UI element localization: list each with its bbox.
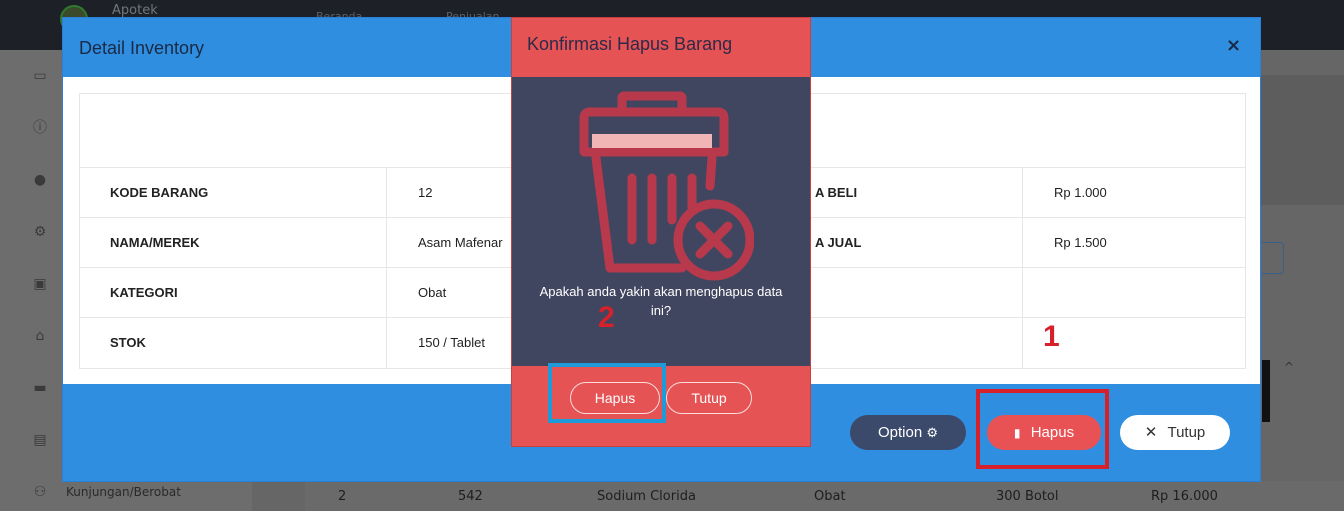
row-label: STOK	[110, 335, 146, 350]
chevron-up-icon[interactable]: ^	[1284, 360, 1294, 374]
brand-name: Apotek	[112, 3, 158, 18]
option-button[interactable]: Option ⚙	[850, 415, 966, 450]
row-label: NAMA/MEREK	[110, 235, 200, 250]
sidebar: ▭ ⓘ ● ⚙ ▣ ⌂ ▬ ▤ ⚇	[0, 50, 62, 511]
dialog-close-button[interactable]: Tutup	[666, 382, 752, 414]
row-value: Asam Mafenar	[418, 235, 503, 250]
people-icon[interactable]: ⚇	[32, 484, 48, 500]
table-cell: 2	[338, 489, 347, 504]
row-value: Obat	[418, 285, 447, 300]
badge-icon[interactable]: ▤	[32, 432, 48, 448]
gear-icon: ⚙	[926, 425, 939, 440]
annotation-highlight-1	[976, 389, 1109, 469]
background-dark-block	[1262, 360, 1270, 422]
info-icon[interactable]: ⓘ	[32, 120, 48, 136]
dialog-message: Apakah anda yakin akan menghapus data in…	[539, 284, 783, 318]
close-icon[interactable]: ×	[1226, 35, 1241, 56]
table-cell: Sodium Clorida	[597, 489, 696, 504]
row-value: 150 / Tablet	[418, 335, 485, 350]
row-label: A BELI	[815, 185, 858, 200]
confirm-delete-dialog: Konfirmasi Hapus Barang Apakah anda yaki…	[511, 17, 811, 447]
sidebar-item-label: Kunjungan/Berobat	[66, 485, 181, 499]
gear-icon[interactable]: ⚙	[32, 224, 48, 240]
times-icon: ✕	[1144, 424, 1158, 441]
monitor-icon[interactable]: ▭	[32, 68, 48, 84]
dialog-footer: Hapus Tutup	[512, 363, 810, 446]
user-icon[interactable]: ●	[32, 172, 48, 188]
row-label: A JUAL	[815, 235, 862, 250]
sidebar-item-kunjungan[interactable]: Kunjungan/Berobat	[62, 480, 252, 511]
id-card-icon[interactable]: ▣	[32, 276, 48, 292]
annotation-highlight-2	[548, 363, 666, 423]
bed-icon[interactable]: ▬	[32, 380, 48, 396]
row-value: Rp 1.000	[1054, 185, 1107, 200]
row-label: KODE BARANG	[110, 185, 209, 200]
row-label: KATEGORI	[110, 285, 178, 300]
row-value: 12	[418, 185, 433, 200]
dialog-header: Konfirmasi Hapus Barang	[512, 18, 810, 77]
close-button[interactable]: ✕ Tutup	[1120, 415, 1230, 450]
table-cell: Obat	[814, 489, 846, 504]
modal-title: Detail Inventory	[79, 38, 205, 58]
close-button-label: Tutup	[1167, 424, 1206, 441]
table-cell: 300 Botol	[996, 489, 1059, 504]
annotation-number-1: 1	[1043, 320, 1060, 353]
table-row: 2 542 Sodium Clorida Obat 300 Botol Rp 1…	[305, 481, 1344, 511]
background-search-input[interactable]	[1262, 242, 1284, 274]
option-button-label: Option	[877, 424, 923, 441]
table-cell: Rp 16.000	[1151, 489, 1218, 504]
background-panel	[1260, 75, 1344, 205]
dialog-title: Konfirmasi Hapus Barang	[527, 34, 733, 54]
building-icon[interactable]: ⌂	[32, 328, 48, 344]
row-value: Rp 1.500	[1054, 235, 1107, 250]
table-cell: 542	[458, 489, 483, 504]
trash-icon	[579, 91, 754, 281]
annotation-number-2: 2	[598, 301, 615, 334]
